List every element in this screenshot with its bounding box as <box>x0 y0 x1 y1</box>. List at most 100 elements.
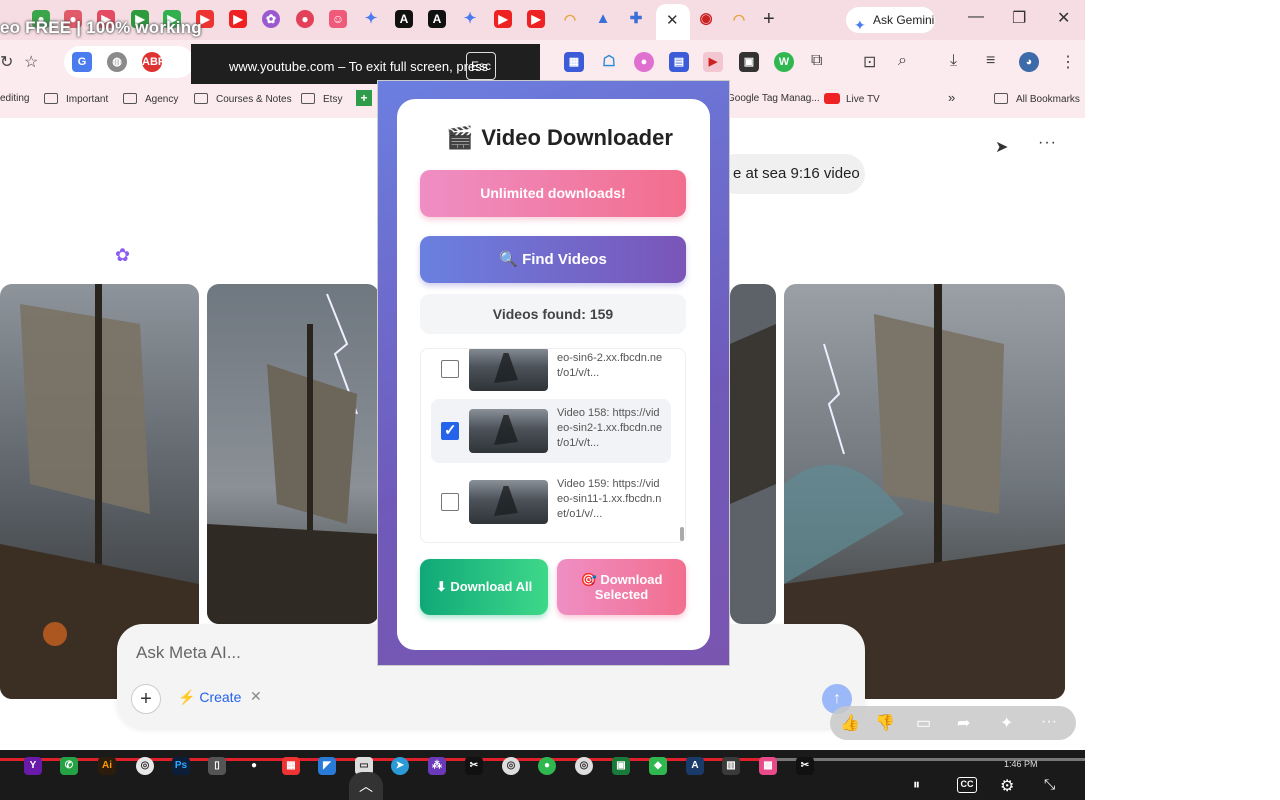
robot-extension-icon[interactable]: ☖ <box>599 52 619 72</box>
unlimited-downloads-button[interactable]: Unlimited downloads! <box>420 170 686 217</box>
tab-favicon-pink[interactable]: ☺ <box>329 10 347 28</box>
vscode-taskbar-icon[interactable]: ◤ <box>318 757 336 775</box>
tab-favicon-purple[interactable]: ✿ <box>262 10 280 28</box>
chat-extension-icon[interactable]: ▦ <box>564 52 584 72</box>
tab-favicon-gemini[interactable]: ✦ <box>362 10 380 28</box>
close-window-button[interactable]: ✕ <box>1057 8 1070 28</box>
pause-icon[interactable]: ⏸ <box>913 776 920 793</box>
tab-favicon-youtube[interactable]: ▶ <box>494 10 512 28</box>
menu-kebab-icon[interactable]: ⋮ <box>1060 52 1076 72</box>
app-taskbar-icon[interactable]: ⁂ <box>428 757 446 775</box>
like-icon[interactable]: 👍 <box>840 713 860 733</box>
chevron-up-icon[interactable]: ︿ <box>349 772 383 800</box>
video-list-item[interactable]: Video 159: https://vid eo-sin11-1.xx.fbc… <box>431 470 671 534</box>
tab-favicon-puzzle[interactable]: ✚ <box>627 10 645 28</box>
video-list-item[interactable]: eo-sin6-2.xx.fbcdn.ne t/o1/v/t... <box>431 349 671 401</box>
bookmark-live-tv[interactable]: Live TV <box>824 93 880 105</box>
tab-favicon-flask[interactable]: ▲ <box>594 10 612 28</box>
tab-favicon-rainbow[interactable]: ◠ <box>561 10 579 28</box>
minimize-button[interactable]: — <box>968 8 984 26</box>
app-taskbar-icon[interactable]: ▦ <box>282 757 300 775</box>
bookmark-folder[interactable]: Courses & Notes <box>194 93 292 105</box>
bookmark-folder[interactable]: editing <box>0 93 29 104</box>
add-attachment-button[interactable]: + <box>131 684 161 714</box>
create-chip[interactable]: ⚡ Create <box>178 689 241 706</box>
restore-button[interactable]: ❐ <box>1012 8 1026 28</box>
tab-favicon-youtube[interactable]: ▶ <box>229 10 247 28</box>
photoshop-taskbar-icon[interactable]: Ps <box>172 757 190 775</box>
lens-icon[interactable]: ⊡ <box>863 52 876 72</box>
download-selected-button[interactable]: 🎯 Download Selected <box>557 559 686 615</box>
all-bookmarks[interactable]: All Bookmarks <box>994 93 1080 105</box>
captions-button[interactable]: CC <box>957 777 977 793</box>
sparkle-icon[interactable]: ✦ <box>1000 713 1013 733</box>
adblock-extension-icon[interactable]: ABP <box>142 52 165 72</box>
ask-gemini-button[interactable]: ✦ Ask Gemini <box>846 7 935 33</box>
tab-favicon-rainbow[interactable]: ◠ <box>730 10 748 28</box>
illustrator-taskbar-icon[interactable]: Ai <box>98 757 116 775</box>
app-taskbar-icon[interactable]: ▣ <box>612 757 630 775</box>
active-tab[interactable]: ✕ <box>656 4 690 40</box>
message-extension-icon[interactable]: ▤ <box>669 52 689 72</box>
chrome-taskbar-icon[interactable]: ◎ <box>502 757 520 775</box>
exit-fullscreen-icon[interactable]: ⤡ <box>1044 776 1055 793</box>
dislike-icon[interactable]: 👎 <box>875 713 895 733</box>
more-options-icon[interactable]: ··· <box>1038 134 1057 152</box>
tab-favicon-youtube[interactable]: ▶ <box>527 10 545 28</box>
bookmarks-overflow-chevron-icon[interactable]: » <box>948 90 955 105</box>
yahoo-taskbar-icon[interactable]: Y <box>24 757 42 775</box>
ask-input-placeholder[interactable]: Ask Meta AI... <box>136 643 241 663</box>
pink-extension-icon[interactable]: ● <box>634 52 654 72</box>
capcut-taskbar-icon[interactable]: ✂ <box>796 757 814 775</box>
chrome-taskbar-icon[interactable]: ◎ <box>136 757 154 775</box>
remove-create-icon[interactable]: ✕ <box>250 688 262 705</box>
capcut-taskbar-icon[interactable]: ✂ <box>465 757 483 775</box>
media-control-icon[interactable]: ≡ <box>986 52 995 70</box>
globe-extension-icon[interactable]: ◍ <box>107 52 127 72</box>
share-icon[interactable]: ➤ <box>995 137 1008 157</box>
bookmark-folder[interactable]: Etsy <box>301 93 342 105</box>
app-taskbar-icon[interactable]: ▩ <box>759 757 777 775</box>
video-checkbox-checked[interactable] <box>441 421 459 440</box>
whatsapp-taskbar-icon[interactable]: ✆ <box>60 757 78 775</box>
app-taskbar-icon[interactable]: ● <box>245 757 263 775</box>
search-page-icon[interactable]: ⌕ <box>898 52 907 70</box>
app-taskbar-icon[interactable]: ▯ <box>208 757 226 775</box>
app-taskbar-icon[interactable]: ● <box>538 757 556 775</box>
reload-icon[interactable]: ↻ <box>0 52 13 72</box>
video-checkbox[interactable] <box>441 360 459 378</box>
video-checkbox[interactable] <box>441 493 459 511</box>
generated-image[interactable] <box>730 284 776 624</box>
bookmark-link[interactable]: Google Tag Manag... <box>727 93 820 104</box>
close-tab-icon[interactable]: ✕ <box>666 11 679 29</box>
more-icon[interactable]: ··· <box>1041 713 1057 731</box>
video-downloader-extension-icon[interactable]: ▶ <box>703 52 723 72</box>
profile-avatar[interactable]: ◕ <box>1019 52 1039 72</box>
download-icon[interactable]: ⤓ <box>950 52 957 70</box>
comment-icon[interactable]: ▭ <box>916 713 931 733</box>
sheets-bookmark-icon[interactable]: + <box>356 90 372 106</box>
chrome-taskbar-icon[interactable]: ◎ <box>575 757 593 775</box>
settings-gear-icon[interactable]: ⚙ <box>1000 776 1014 796</box>
star-icon[interactable]: ☆ <box>24 52 38 72</box>
app-taskbar-icon[interactable]: ◆ <box>649 757 667 775</box>
app-taskbar-icon[interactable]: A <box>686 757 704 775</box>
video-list-scrollbar[interactable] <box>680 527 684 541</box>
generated-image[interactable] <box>207 284 379 624</box>
translate-extension-icon[interactable]: G <box>72 52 92 72</box>
tab-favicon-record[interactable]: ◉ <box>697 10 715 28</box>
telegram-taskbar-icon[interactable]: ➤ <box>391 757 409 775</box>
new-tab-button[interactable]: + <box>763 8 775 31</box>
find-videos-button[interactable]: 🔍 Find Videos <box>420 236 686 283</box>
download-all-button[interactable]: ⬇ Download All <box>420 559 548 615</box>
share-arrow-icon[interactable]: ➦ <box>957 713 970 733</box>
tab-favicon-red[interactable]: ● <box>296 10 314 28</box>
w-extension-icon[interactable]: W <box>774 52 794 72</box>
extensions-puzzle-icon[interactable]: ⧉ <box>811 52 822 70</box>
bookmark-folder[interactable]: Important <box>44 93 108 105</box>
video-list-item[interactable]: Video 158: https://vid eo-sin2-1.xx.fbcd… <box>431 399 671 463</box>
tab-favicon-a[interactable]: A <box>428 10 446 28</box>
bookmark-folder[interactable]: Agency <box>123 93 178 105</box>
tab-favicon-gemini[interactable]: ✦ <box>461 10 479 28</box>
image-extension-icon[interactable]: ▣ <box>739 52 759 72</box>
